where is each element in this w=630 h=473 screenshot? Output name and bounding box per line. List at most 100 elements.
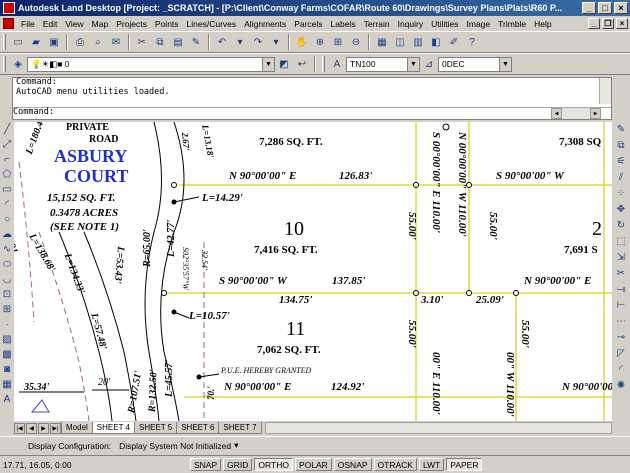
make-block-icon[interactable]: ⊞ [1, 302, 13, 317]
polygon-icon[interactable]: ⬠ [1, 167, 13, 182]
last-tab-icon[interactable]: ▶| [50, 423, 61, 434]
drawing-canvas[interactable]: PRIVATE ROAD ASBURY COURT 15,152 SQ. FT.… [14, 122, 612, 421]
next-tab-icon[interactable]: ▶ [38, 423, 49, 434]
insert-block-icon[interactable]: ⊡ [1, 287, 13, 302]
construction-line-icon[interactable]: ⤢ [1, 137, 13, 152]
point-icon[interactable]: · [1, 317, 13, 332]
offset-icon[interactable]: ⫽ [614, 170, 628, 186]
new-file-icon[interactable]: ▭ [10, 34, 26, 50]
design-center-icon[interactable]: ◫ [392, 34, 408, 50]
menu-edit[interactable]: Edit [39, 19, 62, 29]
redo-icon[interactable]: ↷ [250, 34, 266, 50]
rotate-icon[interactable]: ↻ [614, 218, 628, 234]
markup-icon[interactable]: ✐ [446, 34, 462, 50]
array-icon[interactable]: ⁘ [614, 186, 628, 202]
autocad-app-icon[interactable] [3, 2, 15, 14]
paste-icon[interactable]: ▤ [170, 34, 186, 50]
match-properties-icon[interactable]: ✎ [188, 34, 204, 50]
mirror-icon[interactable]: ⚟ [614, 154, 628, 170]
minimize-button[interactable]: _ [582, 2, 596, 14]
menu-map[interactable]: Map [88, 19, 113, 29]
chamfer-icon[interactable]: ◸ [614, 346, 628, 362]
menu-alignments[interactable]: Alignments [240, 19, 290, 29]
trim-icon[interactable]: ✂ [614, 266, 628, 282]
scroll-right-icon[interactable]: ▶ [590, 108, 601, 119]
tab-sheet-7[interactable]: SHEET 7 [218, 422, 262, 434]
menu-image[interactable]: Image [463, 19, 495, 29]
copy-icon[interactable]: ⧉ [152, 34, 168, 50]
close-button[interactable]: × [614, 2, 628, 14]
undo-dropdown-icon[interactable]: ▾ [232, 34, 248, 50]
tab-sheet-4[interactable]: SHEET 4 [91, 422, 135, 434]
erase-icon[interactable]: ✎ [614, 122, 628, 138]
snap-toggle[interactable]: SNAP [190, 458, 222, 471]
tool-palettes-icon[interactable]: ▥ [410, 34, 426, 50]
lwt-toggle[interactable]: LWT [418, 458, 445, 471]
zoom-window-icon[interactable]: ⊞ [330, 34, 346, 50]
text-style-dropdown[interactable]: TN100 ▼ [346, 56, 420, 72]
scale-icon[interactable]: ⬚ [614, 234, 628, 250]
layer-dropdown[interactable]: 💡☀◧■ 0 ▼ [27, 56, 275, 72]
tab-model[interactable]: Model [61, 422, 93, 434]
help-icon[interactable]: ? [464, 34, 480, 50]
tab-sheet-5[interactable]: SHEET 5 [134, 422, 178, 434]
paper-model-toggle[interactable]: PAPER [446, 458, 483, 471]
pan-icon[interactable]: ✋ [294, 34, 310, 50]
menu-points[interactable]: Points [151, 19, 183, 29]
break-icon[interactable]: ⋯ [614, 314, 628, 330]
open-folder-icon[interactable]: ▰ [28, 34, 44, 50]
command-window[interactable]: Command: AutoCAD menu utilities loaded. … [12, 77, 612, 120]
layer-previous-icon[interactable]: ↩ [294, 56, 310, 72]
line-icon[interactable]: ╱ [1, 122, 13, 137]
region-icon[interactable]: ◙ [1, 362, 13, 377]
menu-projects[interactable]: Projects [112, 19, 151, 29]
maximize-button[interactable]: □ [598, 2, 612, 14]
rectangle-icon[interactable]: ▭ [1, 182, 13, 197]
table-icon[interactable]: ▦ [1, 377, 13, 392]
menu-labels[interactable]: Labels [327, 19, 360, 29]
chevron-down-icon[interactable]: ▾ [234, 440, 238, 451]
grid-toggle[interactable]: GRID [223, 458, 253, 471]
join-icon[interactable]: ⊸ [614, 330, 628, 346]
zoom-previous-icon[interactable]: ⊖ [348, 34, 364, 50]
polyline-icon[interactable]: ⌐ [1, 152, 13, 167]
explode-icon[interactable]: ✺ [614, 378, 628, 394]
multiline-text-icon[interactable]: A [1, 392, 13, 407]
document-icon[interactable] [3, 18, 14, 29]
layer-manager-icon[interactable]: ◈ [10, 56, 26, 72]
first-tab-icon[interactable]: |◀ [14, 423, 25, 434]
dim-style-dropdown[interactable]: 0DEC ▼ [438, 56, 512, 72]
zoom-realtime-icon[interactable]: ⊕ [312, 34, 328, 50]
arc-icon[interactable]: ◜ [1, 197, 13, 212]
menu-lines-curves[interactable]: Lines/Curves [183, 19, 241, 29]
cut-icon[interactable]: ✂ [134, 34, 150, 50]
menu-file[interactable]: File [17, 19, 39, 29]
move-icon[interactable]: ✥ [614, 202, 628, 218]
copy-object-icon[interactable]: ⧉ [614, 138, 628, 154]
command-hscroll[interactable]: ◀ ▶ [551, 108, 601, 119]
scroll-left-icon[interactable]: ◀ [551, 108, 562, 119]
gradient-icon[interactable]: ▩ [1, 347, 13, 362]
menu-parcels[interactable]: Parcels [290, 19, 326, 29]
spline-icon[interactable]: ∿ [1, 242, 13, 257]
drawing-hscrollbar[interactable] [264, 422, 612, 434]
menu-help[interactable]: Help [530, 19, 555, 29]
display-config-value[interactable]: Display System Not Initialized [119, 441, 231, 451]
polar-toggle[interactable]: POLAR [294, 458, 332, 471]
menu-terrain[interactable]: Terrain [360, 19, 394, 29]
undo-icon[interactable]: ↶ [214, 34, 230, 50]
revision-cloud-icon[interactable]: ☁ [1, 227, 13, 242]
print-icon[interactable]: ⎙ [72, 34, 88, 50]
doc-close-button[interactable]: × [616, 18, 628, 29]
extend-icon[interactable]: ⟞ [614, 282, 628, 298]
toolbar-grip[interactable] [3, 34, 6, 50]
redo-dropdown-icon[interactable]: ▾ [268, 34, 284, 50]
command-prompt[interactable]: Command: ◀ ▶ [13, 107, 611, 119]
osnap-toggle[interactable]: OSNAP [333, 458, 372, 471]
ellipse-arc-icon[interactable]: ◡ [1, 272, 13, 287]
menu-trimble[interactable]: Trimble [494, 19, 530, 29]
tab-sheet-6[interactable]: SHEET 6 [176, 422, 220, 434]
save-icon[interactable]: ▣ [46, 34, 62, 50]
ortho-toggle[interactable]: ORTHO [254, 458, 293, 471]
ellipse-icon[interactable]: ⬭ [1, 257, 13, 272]
